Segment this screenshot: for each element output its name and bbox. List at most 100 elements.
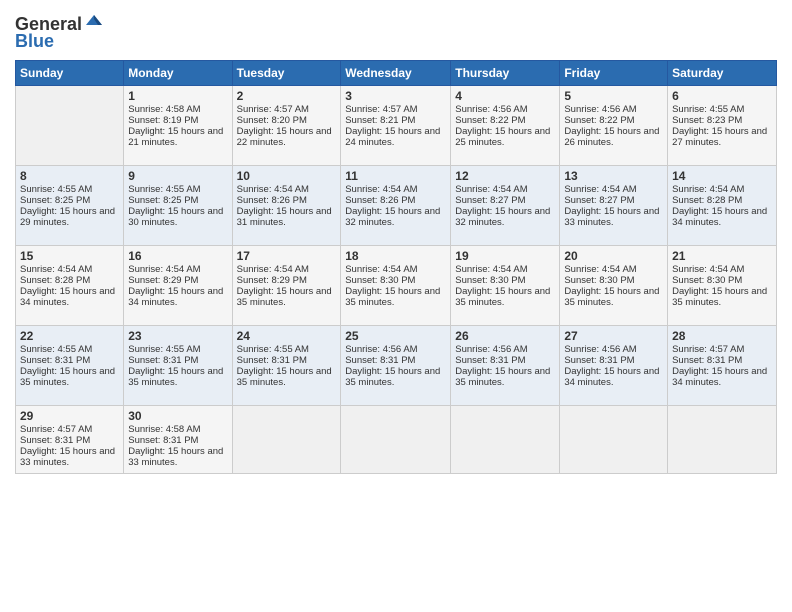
daylight-label: Daylight: 15 hours and 35 minutes. <box>455 366 550 388</box>
calendar-cell: 18 Sunrise: 4:54 AM Sunset: 8:30 PM Dayl… <box>341 245 451 325</box>
calendar-cell: 20 Sunrise: 4:54 AM Sunset: 8:30 PM Dayl… <box>560 245 668 325</box>
day-number: 10 <box>237 169 337 183</box>
sunset-label: Sunset: 8:23 PM <box>672 115 742 126</box>
sunset-label: Sunset: 8:31 PM <box>564 355 634 366</box>
sunset-label: Sunset: 8:31 PM <box>345 355 415 366</box>
sunset-label: Sunset: 8:31 PM <box>128 435 198 446</box>
daylight-label: Daylight: 15 hours and 35 minutes. <box>345 366 440 388</box>
calendar-cell: 8 Sunrise: 4:55 AM Sunset: 8:25 PM Dayli… <box>16 165 124 245</box>
daylight-label: Daylight: 15 hours and 35 minutes. <box>345 286 440 308</box>
calendar-cell: 4 Sunrise: 4:56 AM Sunset: 8:22 PM Dayli… <box>451 85 560 165</box>
sunset-label: Sunset: 8:30 PM <box>564 275 634 286</box>
sunset-label: Sunset: 8:31 PM <box>455 355 525 366</box>
sunrise-label: Sunrise: 4:57 AM <box>345 104 417 115</box>
daylight-label: Daylight: 15 hours and 24 minutes. <box>345 126 440 148</box>
calendar-cell <box>16 85 124 165</box>
sunrise-label: Sunrise: 4:56 AM <box>455 104 527 115</box>
sunset-label: Sunset: 8:22 PM <box>564 115 634 126</box>
daylight-label: Daylight: 15 hours and 34 minutes. <box>20 286 115 308</box>
day-number: 29 <box>20 409 119 423</box>
calendar-cell: 15 Sunrise: 4:54 AM Sunset: 8:28 PM Dayl… <box>16 245 124 325</box>
day-number: 17 <box>237 249 337 263</box>
sunrise-label: Sunrise: 4:54 AM <box>20 264 92 275</box>
calendar-cell: 24 Sunrise: 4:55 AM Sunset: 8:31 PM Dayl… <box>232 325 341 405</box>
day-number: 21 <box>672 249 772 263</box>
daylight-label: Daylight: 15 hours and 33 minutes. <box>564 206 659 228</box>
day-number: 19 <box>455 249 555 263</box>
calendar-cell: 30 Sunrise: 4:58 AM Sunset: 8:31 PM Dayl… <box>124 405 232 473</box>
calendar-cell: 22 Sunrise: 4:55 AM Sunset: 8:31 PM Dayl… <box>16 325 124 405</box>
daylight-label: Daylight: 15 hours and 26 minutes. <box>564 126 659 148</box>
sunset-label: Sunset: 8:28 PM <box>672 195 742 206</box>
day-number: 2 <box>237 89 337 103</box>
daylight-label: Daylight: 15 hours and 32 minutes. <box>345 206 440 228</box>
calendar-cell: 16 Sunrise: 4:54 AM Sunset: 8:29 PM Dayl… <box>124 245 232 325</box>
calendar-cell: 28 Sunrise: 4:57 AM Sunset: 8:31 PM Dayl… <box>668 325 777 405</box>
day-number: 1 <box>128 89 227 103</box>
sunset-label: Sunset: 8:25 PM <box>128 195 198 206</box>
sunset-label: Sunset: 8:22 PM <box>455 115 525 126</box>
sunrise-label: Sunrise: 4:54 AM <box>237 184 309 195</box>
day-number: 27 <box>564 329 663 343</box>
calendar-cell: 13 Sunrise: 4:54 AM Sunset: 8:27 PM Dayl… <box>560 165 668 245</box>
sunset-label: Sunset: 8:25 PM <box>20 195 90 206</box>
calendar-cell <box>341 405 451 473</box>
header: General Blue <box>15 10 777 52</box>
calendar-cell <box>560 405 668 473</box>
weekday-header: Saturday <box>668 60 777 85</box>
sunset-label: Sunset: 8:27 PM <box>564 195 634 206</box>
sunset-label: Sunset: 8:26 PM <box>237 195 307 206</box>
day-number: 9 <box>128 169 227 183</box>
sunrise-label: Sunrise: 4:54 AM <box>455 184 527 195</box>
daylight-label: Daylight: 15 hours and 35 minutes. <box>564 286 659 308</box>
weekday-header: Wednesday <box>341 60 451 85</box>
daylight-label: Daylight: 15 hours and 31 minutes. <box>237 206 332 228</box>
sunrise-label: Sunrise: 4:55 AM <box>237 344 309 355</box>
sunrise-label: Sunrise: 4:55 AM <box>20 184 92 195</box>
logo-icon <box>84 11 104 31</box>
sunrise-label: Sunrise: 4:54 AM <box>345 184 417 195</box>
sunset-label: Sunset: 8:29 PM <box>237 275 307 286</box>
sunset-label: Sunset: 8:20 PM <box>237 115 307 126</box>
sunrise-label: Sunrise: 4:58 AM <box>128 424 200 435</box>
sunset-label: Sunset: 8:31 PM <box>20 435 90 446</box>
day-number: 28 <box>672 329 772 343</box>
calendar-cell: 29 Sunrise: 4:57 AM Sunset: 8:31 PM Dayl… <box>16 405 124 473</box>
sunset-label: Sunset: 8:21 PM <box>345 115 415 126</box>
daylight-label: Daylight: 15 hours and 25 minutes. <box>455 126 550 148</box>
daylight-label: Daylight: 15 hours and 30 minutes. <box>128 206 223 228</box>
calendar-cell: 25 Sunrise: 4:56 AM Sunset: 8:31 PM Dayl… <box>341 325 451 405</box>
day-number: 14 <box>672 169 772 183</box>
daylight-label: Daylight: 15 hours and 34 minutes. <box>128 286 223 308</box>
sunrise-label: Sunrise: 4:55 AM <box>672 104 744 115</box>
sunrise-label: Sunrise: 4:56 AM <box>345 344 417 355</box>
day-number: 4 <box>455 89 555 103</box>
sunset-label: Sunset: 8:28 PM <box>20 275 90 286</box>
sunrise-label: Sunrise: 4:56 AM <box>455 344 527 355</box>
daylight-label: Daylight: 15 hours and 32 minutes. <box>455 206 550 228</box>
daylight-label: Daylight: 15 hours and 35 minutes. <box>237 366 332 388</box>
sunrise-label: Sunrise: 4:56 AM <box>564 104 636 115</box>
sunset-label: Sunset: 8:31 PM <box>20 355 90 366</box>
calendar: SundayMondayTuesdayWednesdayThursdayFrid… <box>15 60 777 474</box>
daylight-label: Daylight: 15 hours and 35 minutes. <box>237 286 332 308</box>
page: General Blue SundayMondayTuesdayWednesda… <box>0 0 792 612</box>
calendar-cell: 6 Sunrise: 4:55 AM Sunset: 8:23 PM Dayli… <box>668 85 777 165</box>
sunset-label: Sunset: 8:31 PM <box>672 355 742 366</box>
daylight-label: Daylight: 15 hours and 34 minutes. <box>672 206 767 228</box>
sunrise-label: Sunrise: 4:54 AM <box>564 264 636 275</box>
sunrise-label: Sunrise: 4:54 AM <box>455 264 527 275</box>
weekday-header: Tuesday <box>232 60 341 85</box>
daylight-label: Daylight: 15 hours and 34 minutes. <box>564 366 659 388</box>
sunrise-label: Sunrise: 4:54 AM <box>564 184 636 195</box>
weekday-header: Sunday <box>16 60 124 85</box>
sunrise-label: Sunrise: 4:54 AM <box>128 264 200 275</box>
calendar-cell: 21 Sunrise: 4:54 AM Sunset: 8:30 PM Dayl… <box>668 245 777 325</box>
daylight-label: Daylight: 15 hours and 34 minutes. <box>672 366 767 388</box>
day-number: 3 <box>345 89 446 103</box>
sunrise-label: Sunrise: 4:57 AM <box>672 344 744 355</box>
calendar-cell: 10 Sunrise: 4:54 AM Sunset: 8:26 PM Dayl… <box>232 165 341 245</box>
calendar-cell: 2 Sunrise: 4:57 AM Sunset: 8:20 PM Dayli… <box>232 85 341 165</box>
daylight-label: Daylight: 15 hours and 33 minutes. <box>20 446 115 468</box>
daylight-label: Daylight: 15 hours and 33 minutes. <box>128 446 223 468</box>
